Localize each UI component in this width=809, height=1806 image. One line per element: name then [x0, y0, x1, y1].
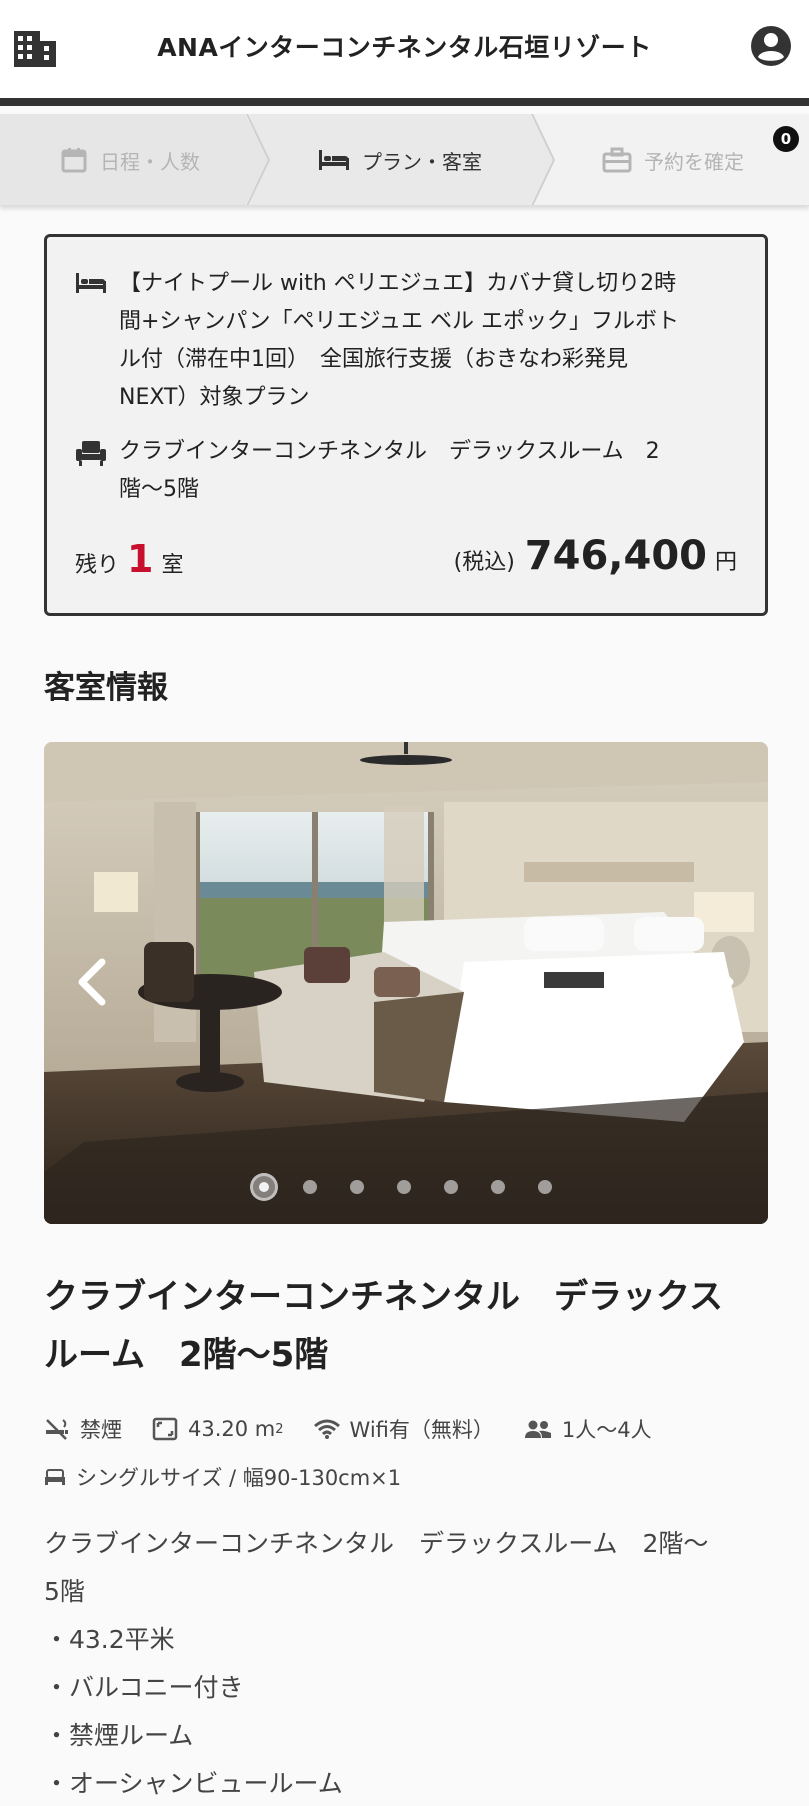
building-icon[interactable]: [14, 27, 56, 67]
bed-icon: [45, 1469, 65, 1485]
wifi-icon: [313, 1419, 340, 1439]
no-smoking-icon: [46, 1419, 68, 1440]
area-unit-sup: 2: [275, 1421, 284, 1437]
smoking-info: 禁煙: [44, 1414, 122, 1444]
remaining-suffix: 室: [161, 553, 184, 578]
smoking-label: 禁煙: [80, 1418, 122, 1442]
people-icon: [524, 1420, 551, 1438]
desc-line: 5階: [44, 1577, 85, 1606]
armchair-icon: [76, 441, 106, 466]
step-divider: [531, 114, 556, 205]
room-name-row: クラブインターコンチネンタル デラックスルーム 2 階〜5階: [75, 433, 737, 509]
price-amount: 746,400: [524, 533, 707, 579]
room-name-line: 階〜5階: [119, 477, 199, 502]
step-schedule[interactable]: 日程・人数: [60, 114, 200, 205]
carousel-dot[interactable]: [350, 1180, 364, 1194]
room-title-line: クラブインターコンチネンタル デラックス: [44, 1277, 723, 1317]
plan-name-row: 【ナイトプール with ペリエジュエ】カバナ貸し切り2時 間+シャンパン「ペリ…: [75, 265, 737, 417]
step-label: プラン・客室: [362, 149, 482, 174]
bed-icon: [76, 273, 106, 293]
bed-info-row: シングルサイズ / 幅90-130cm×1: [44, 1462, 431, 1492]
rooms-remaining: 残り 1 室: [75, 537, 183, 581]
remaining-count: 1: [127, 537, 154, 581]
desc-line: クラブインターコンチネンタル デラックスルーム 2階〜: [44, 1529, 709, 1558]
wifi-info: Wifi有（無料）: [313, 1414, 494, 1444]
carousel-dot[interactable]: [538, 1180, 552, 1194]
step-label: 日程・人数: [100, 149, 200, 174]
room-name-line: クラブインターコンチネンタル デラックスルーム 2: [119, 439, 660, 464]
amenities-row: 禁煙 43.20 m2 Wifi有（無料） 1人〜4人: [44, 1414, 682, 1444]
plan-name-line: 間+シャンパン「ペリエジュエ ベル エポック」フルボト: [119, 309, 679, 334]
step-plan-room[interactable]: プラン・客室: [318, 114, 482, 205]
desc-line: ・禁煙ルーム: [44, 1721, 194, 1750]
carousel-indicators: [44, 1172, 768, 1202]
plan-name-line: 【ナイトプール with ペリエジュエ】カバナ貸し切り2時: [119, 271, 677, 296]
room-title: クラブインターコンチネンタル デラックス ルーム 2階〜5階: [44, 1268, 768, 1384]
desc-line: ・43.2平米: [44, 1625, 175, 1654]
calendar-icon: [61, 148, 87, 173]
cart-count-badge: 0: [773, 126, 799, 152]
plan-name-line: ル付（滞在中1回） 全国旅行支援（おきなわ彩発見: [119, 347, 628, 372]
tax-label: (税込): [453, 550, 515, 575]
room-photo-carousel[interactable]: [44, 742, 768, 1224]
hotel-title: ANAインターコンチネンタル石垣リゾート: [157, 33, 652, 62]
account-circle-icon[interactable]: [749, 24, 793, 68]
carousel-prev-button[interactable]: [68, 952, 118, 1012]
desc-line: ・オーシャンビュールーム: [44, 1769, 343, 1798]
carousel-next-button[interactable]: [694, 952, 744, 1012]
step-label: 予約を確定: [644, 149, 744, 174]
carousel-dot[interactable]: [397, 1180, 411, 1194]
briefcase-icon: [602, 147, 632, 173]
remaining-prefix: 残り: [75, 553, 120, 578]
total-price: (税込) 746,400 円: [454, 533, 737, 579]
currency-unit: 円: [714, 550, 737, 575]
carousel-dot[interactable]: [250, 1173, 278, 1201]
capacity-label: 1人〜4人: [561, 1418, 652, 1442]
area-value: 43.20 m: [188, 1417, 276, 1441]
room-area: 43.20 m2: [152, 1417, 284, 1441]
carousel-dot[interactable]: [303, 1180, 317, 1194]
wifi-label: Wifi有（無料）: [349, 1418, 494, 1442]
room-info-heading: 客室情報: [44, 670, 168, 706]
room-photo: [44, 742, 768, 1224]
step-divider: [246, 114, 271, 205]
bed-label: シングルサイズ / 幅90-130cm×1: [76, 1466, 402, 1490]
room-title-line: ルーム 2階〜5階: [44, 1335, 329, 1375]
carousel-dot[interactable]: [444, 1180, 458, 1194]
bed-info: シングルサイズ / 幅90-130cm×1: [44, 1462, 401, 1492]
plan-name: 【ナイトプール with ペリエジュエ】カバナ貸し切り2時 間+シャンパン「ペリ…: [119, 265, 679, 417]
capacity-info: 1人〜4人: [524, 1414, 652, 1444]
step-confirm[interactable]: 予約を確定: [602, 114, 744, 205]
carousel-dot[interactable]: [491, 1180, 505, 1194]
room-name: クラブインターコンチネンタル デラックスルーム 2 階〜5階: [119, 433, 660, 509]
booking-steps: 日程・人数 プラン・客室 予約を確定: [0, 114, 809, 206]
desc-line: ・バルコニー付き: [44, 1673, 244, 1702]
plan-name-line: NEXT）対象プラン: [119, 385, 310, 410]
area-icon: [152, 1417, 178, 1441]
bed-icon: [319, 150, 349, 170]
selected-plan-card: 【ナイトプール with ペリエジュエ】カバナ貸し切り2時 間+シャンパン「ペリ…: [44, 234, 768, 616]
room-description: クラブインターコンチネンタル デラックスルーム 2階〜 5階 ・43.2平米 ・…: [44, 1520, 768, 1806]
app-header: ANAインターコンチネンタル石垣リゾート: [0, 0, 809, 106]
